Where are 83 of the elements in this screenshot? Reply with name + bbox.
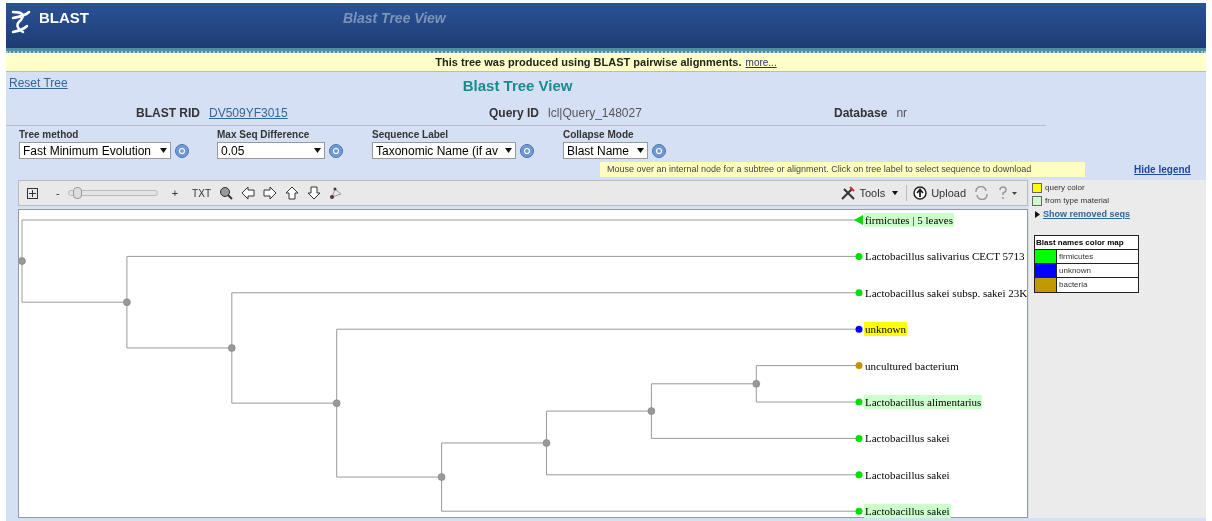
leaf-node[interactable] bbox=[855, 252, 863, 260]
tree-node[interactable] bbox=[123, 298, 131, 306]
help-dropdown-icon[interactable] bbox=[997, 186, 1019, 200]
tree-node[interactable] bbox=[542, 439, 551, 447]
leaf-label[interactable]: Lactobacillus sakei subsp. sakei 23K bbox=[864, 285, 1029, 300]
info-value-link[interactable]: DV509YF3015 bbox=[209, 103, 288, 122]
helix-logo-icon bbox=[9, 8, 31, 36]
tools-button[interactable]: Tools bbox=[840, 184, 899, 202]
color-map-name: firmicutes bbox=[1058, 250, 1094, 263]
dropdown-select[interactable]: Fast Minimum Evolution bbox=[19, 142, 171, 159]
tree-node[interactable] bbox=[437, 473, 446, 481]
info-value: nr bbox=[896, 104, 908, 122]
control-label: Collapse Mode bbox=[563, 128, 635, 142]
leaf-label[interactable]: unknown bbox=[864, 322, 907, 337]
control-label: Max Seq Difference bbox=[217, 128, 311, 142]
up-arrow-icon[interactable] bbox=[285, 186, 299, 200]
magnifier-icon[interactable] bbox=[219, 186, 233, 200]
help-icon[interactable] bbox=[329, 143, 343, 158]
txt-button[interactable]: TXT bbox=[192, 185, 211, 201]
zoom-out-button[interactable]: - bbox=[56, 184, 60, 202]
leaf-node[interactable] bbox=[855, 325, 863, 333]
upload-button[interactable]: Upload bbox=[906, 184, 966, 202]
dropdown-select[interactable]: Blast Name bbox=[563, 142, 648, 159]
legend-label: query color bbox=[1045, 182, 1085, 194]
info-label: BLAST RID bbox=[136, 104, 200, 122]
color-map-name: unknown bbox=[1058, 264, 1092, 277]
tree-node[interactable] bbox=[752, 380, 761, 388]
down-arrow-icon[interactable] bbox=[307, 186, 321, 200]
logo-text: BLAST bbox=[39, 8, 89, 28]
color-map-name: bacteria bbox=[1058, 278, 1088, 291]
leaf-label[interactable]: uncultured bacterium bbox=[864, 358, 960, 373]
caret-icon bbox=[892, 190, 899, 196]
leaf-node[interactable] bbox=[855, 471, 863, 479]
legend-label: from type material bbox=[1045, 195, 1110, 207]
page-title: Blast Tree View bbox=[462, 76, 573, 96]
header-title: Blast Tree View bbox=[343, 9, 446, 28]
hide-legend-link[interactable]: Hide legend bbox=[1134, 161, 1191, 177]
help-icon[interactable] bbox=[175, 143, 189, 158]
caret-icon bbox=[160, 148, 167, 153]
help-icon[interactable] bbox=[520, 143, 534, 158]
collapsed-node-triangle[interactable] bbox=[854, 215, 863, 225]
expand-icon[interactable] bbox=[27, 187, 38, 199]
expand-triangle-icon[interactable] bbox=[1035, 211, 1040, 219]
leaf-label[interactable]: Lactobacillus sakei bbox=[864, 504, 951, 519]
leaf-label[interactable]: Lactobacillus salivarius CECT 5713 bbox=[864, 249, 1026, 264]
right-arrow-icon[interactable] bbox=[263, 186, 277, 200]
network-nodes-icon[interactable] bbox=[329, 186, 343, 200]
zoom-in-button[interactable]: + bbox=[171, 184, 179, 202]
leaf-node[interactable] bbox=[855, 289, 863, 297]
dropdown-select[interactable]: 0.05 bbox=[217, 142, 325, 159]
show-removed-link[interactable]: Show removed seqs bbox=[1043, 208, 1131, 222]
leaf-node[interactable] bbox=[855, 362, 863, 370]
info-label: Query ID bbox=[489, 104, 539, 122]
leaf-node[interactable] bbox=[855, 507, 863, 515]
control-label: Sequence Label bbox=[372, 128, 450, 142]
info-value: lcl|Query_148027 bbox=[548, 104, 642, 122]
tree-node[interactable] bbox=[647, 407, 656, 415]
leaf-node[interactable] bbox=[855, 434, 863, 442]
more-link[interactable]: more... bbox=[745, 55, 777, 70]
caret-icon bbox=[637, 148, 644, 153]
color-map-title: Blast names color map bbox=[1035, 235, 1138, 250]
caret-icon bbox=[505, 148, 512, 153]
notice-text: This tree was produced using BLAST pairwise alignments. bbox=[435, 55, 742, 71]
leaf-label[interactable]: firmicutes | 5 leaves bbox=[864, 213, 955, 227]
upload-icon bbox=[913, 186, 928, 200]
reset-tree-link[interactable]: Reset Tree bbox=[9, 74, 68, 92]
dropdown-select[interactable]: Taxonomic Name (if av bbox=[372, 142, 516, 159]
left-arrow-icon[interactable] bbox=[241, 186, 255, 200]
caret-icon bbox=[314, 148, 321, 153]
leaf-node[interactable] bbox=[855, 398, 863, 406]
leaf-label[interactable]: Lactobacillus alimentarius bbox=[864, 395, 983, 409]
control-label: Tree method bbox=[19, 128, 80, 142]
help-icon[interactable] bbox=[652, 143, 666, 158]
zoom-slider[interactable] bbox=[67, 190, 158, 196]
hint-text: Mouse over an internal node for a subtree or alignment. Click on tree label to select sequence to download bbox=[600, 161, 1085, 177]
refresh-icon[interactable] bbox=[974, 186, 989, 200]
tree-node[interactable] bbox=[228, 344, 236, 352]
info-label: Database bbox=[834, 104, 888, 122]
tree-node[interactable] bbox=[332, 399, 341, 407]
tree-node[interactable] bbox=[19, 257, 26, 265]
leaf-label[interactable]: Lactobacillus sakei bbox=[864, 431, 951, 446]
slider-thumb[interactable] bbox=[73, 187, 83, 199]
leaf-label[interactable]: Lactobacillus sakei bbox=[864, 467, 951, 482]
